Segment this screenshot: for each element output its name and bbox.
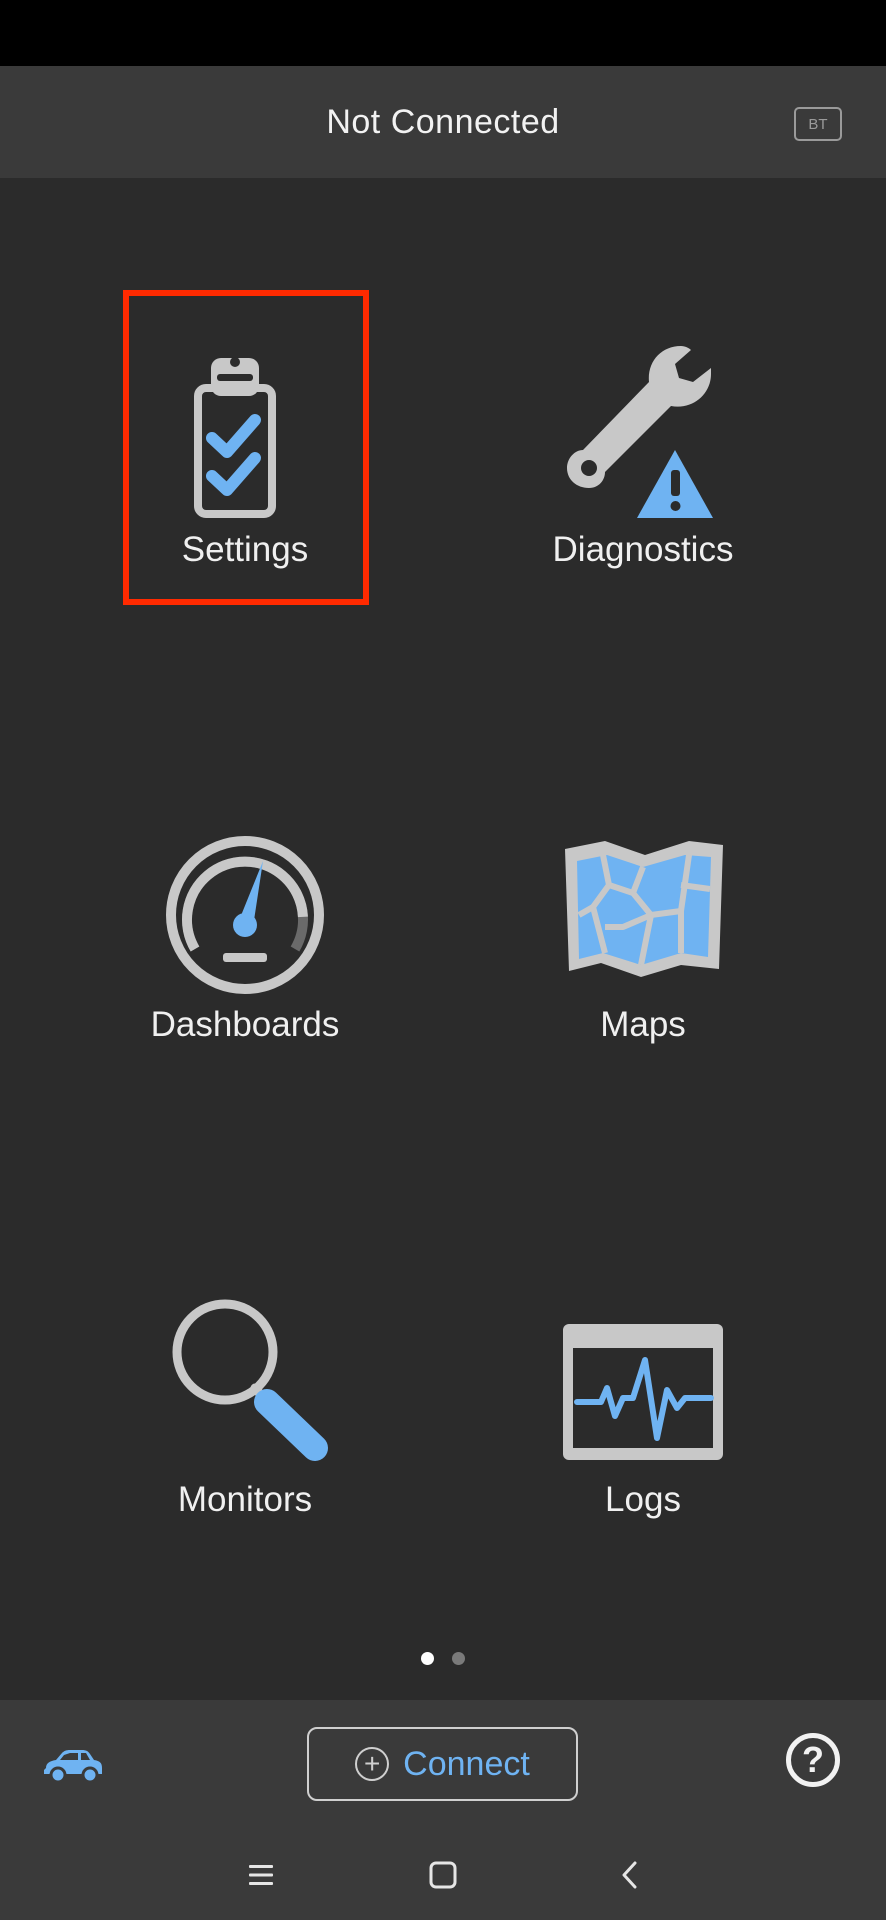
menu-icon[interactable] [236,1852,286,1898]
back-icon[interactable] [605,1852,655,1898]
magnifier-icon [172,1299,328,1461]
tile-monitors[interactable]: Monitors [115,1290,375,1590]
tile-label: Dashboards [150,1005,340,1044]
bottom-bar: + Connect ? [0,1700,886,1830]
page-indicator [0,1652,886,1665]
wrench-warning-icon [567,346,713,518]
connection-status-title: Not Connected [326,102,560,141]
tile-label: Monitors [177,1480,313,1519]
connect-button[interactable]: + Connect [307,1727,578,1801]
settings-highlight-box [123,290,369,605]
tile-label: Maps [600,1005,686,1044]
car-icon[interactable] [40,1748,106,1784]
connect-label: Connect [403,1744,530,1783]
gauge-icon [166,836,324,994]
header: Not Connected BT [0,66,886,178]
tile-label: Logs [605,1480,681,1519]
tile-dashboards[interactable]: Dashboards [115,815,375,1115]
status-bar [0,0,886,66]
system-nav-bar [0,1830,886,1920]
help-icon: ? [802,1739,824,1780]
map-icon [565,841,723,977]
plus-circle-icon: + [355,1747,390,1781]
tile-diagnostics[interactable]: Diagnostics [513,340,773,640]
tile-maps[interactable]: Maps [513,815,773,1115]
tile-label: Diagnostics [552,530,734,569]
tile-logs[interactable]: Logs [513,1290,773,1590]
bluetooth-badge[interactable]: BT [794,107,842,141]
page-dot-active[interactable] [421,1652,434,1665]
home-icon[interactable] [418,1852,468,1898]
help-button[interactable]: ? [786,1733,840,1787]
waveform-icon [563,1324,723,1460]
page-dot[interactable] [452,1652,465,1665]
